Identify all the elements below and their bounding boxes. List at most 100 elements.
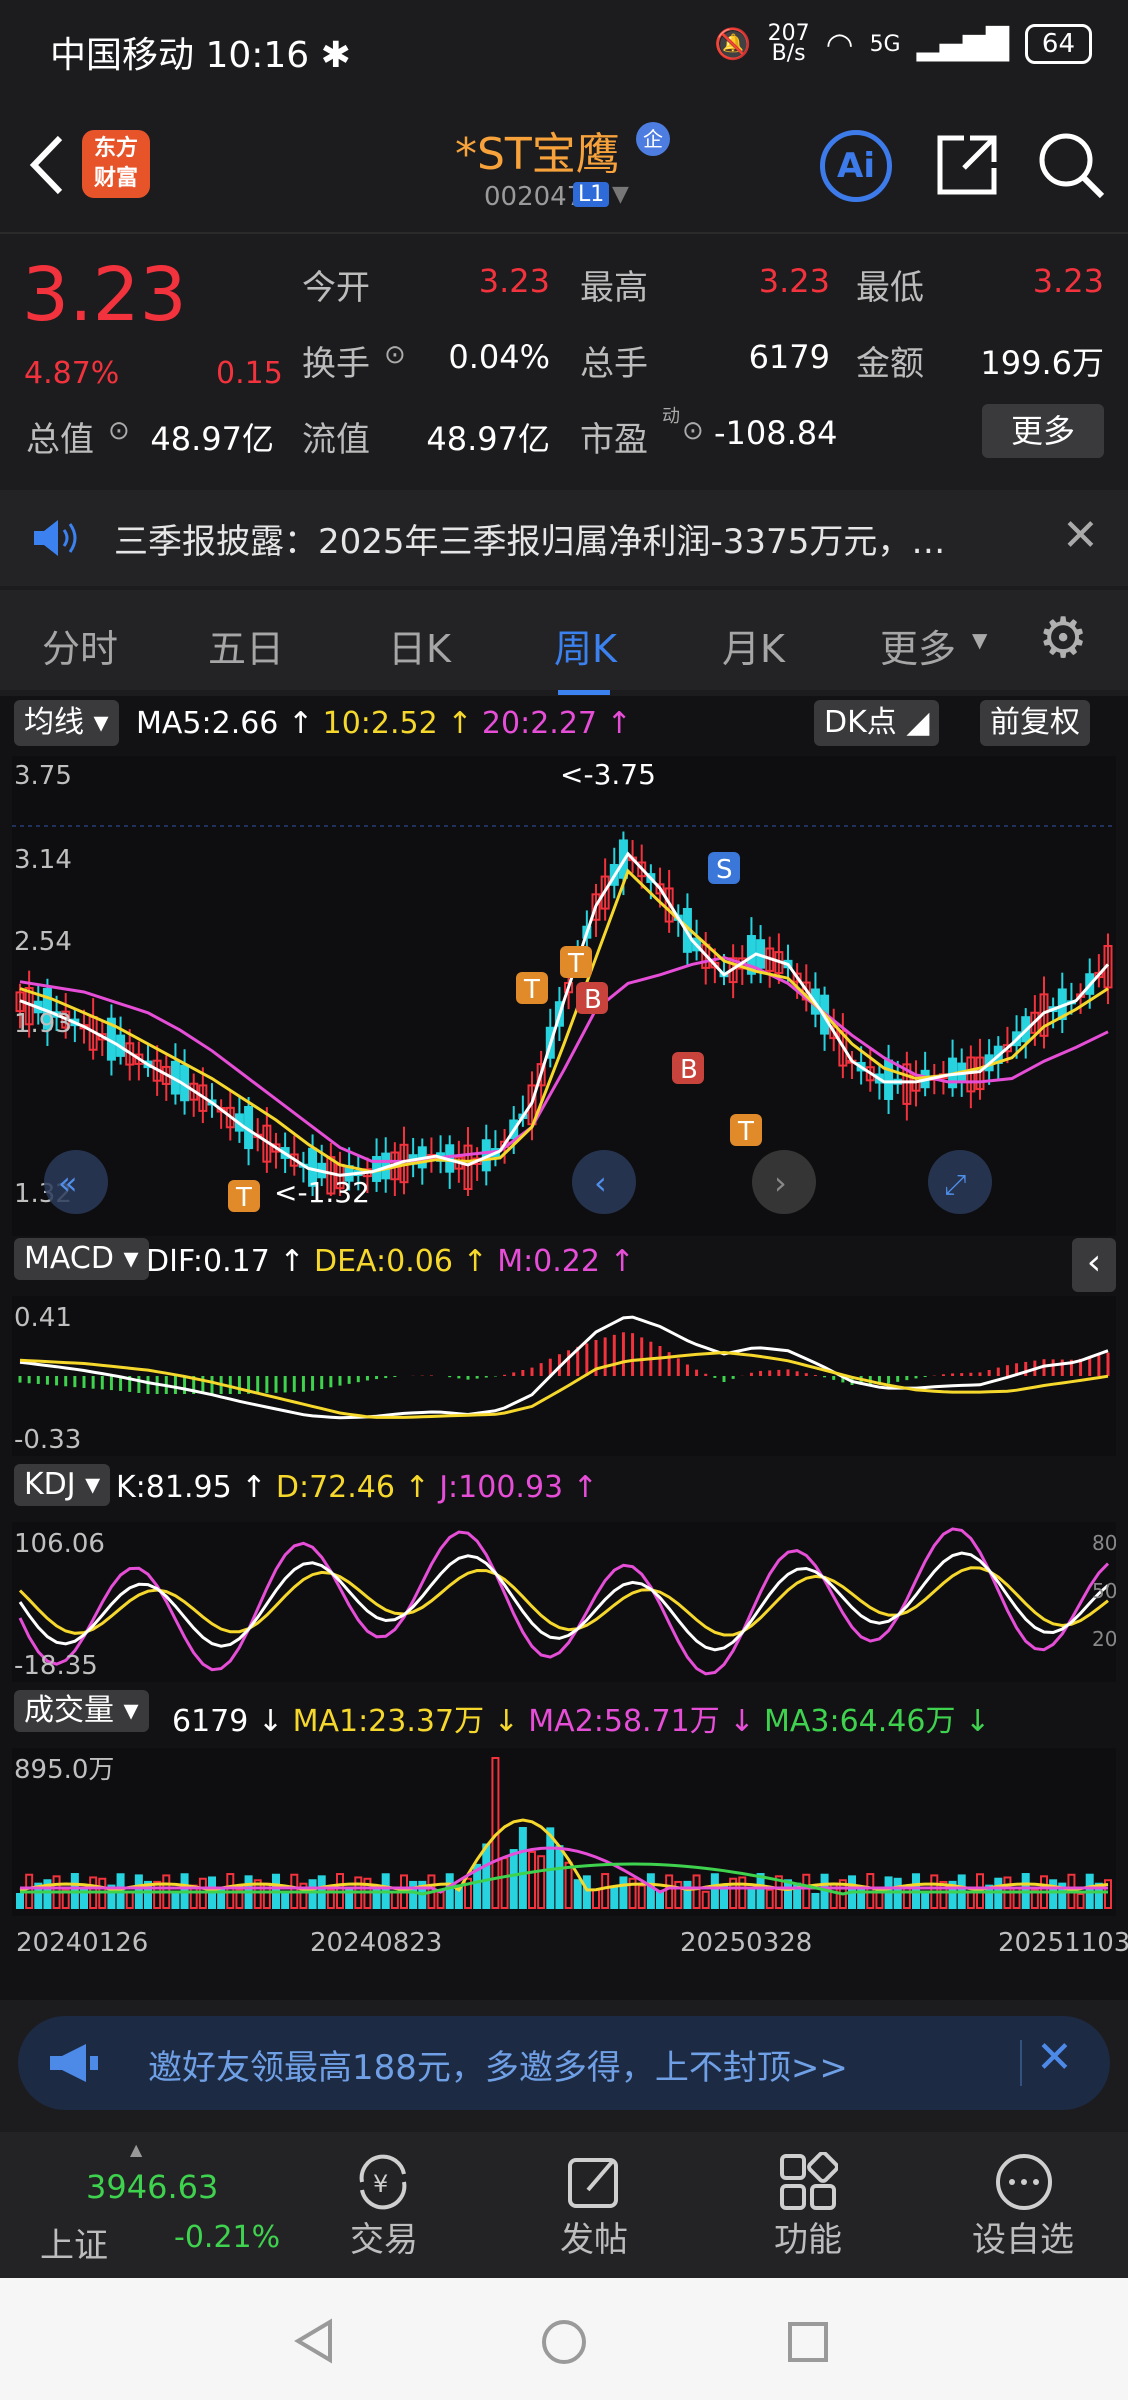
watch-label: 设自选 — [972, 2220, 1074, 2260]
vol-ma3: MA3:64.46万 — [763, 1704, 956, 1739]
collapse-panel-button[interactable]: ‹ — [1072, 1238, 1116, 1292]
info-icon[interactable]: ⊙ — [682, 416, 704, 446]
macd-selector[interactable]: MACD ▾ — [14, 1238, 149, 1280]
speaker-icon — [34, 520, 77, 556]
app-logo: 东方 财富 — [82, 130, 150, 198]
back-icon[interactable] — [24, 130, 72, 200]
net-speed: 207 B/s — [767, 21, 810, 66]
quote-panel: 3.23 4.87% 0.15 今开 3.23 最高 3.23 最低 3.23 … — [0, 234, 1128, 484]
tab-monthly-k[interactable]: 月K — [722, 618, 785, 673]
kline-chart[interactable]: 3.75 3.14 2.54 1.93 1.32 <-3.75 <-1.32 T… — [12, 756, 1116, 1236]
battery-icon: 64 — [1024, 24, 1092, 64]
tab-intraday[interactable]: 分时 — [42, 618, 118, 673]
function-button[interactable]: 功能 — [756, 2132, 866, 2278]
level-badge[interactable]: L1 — [573, 182, 610, 207]
status-bar: 中国移动 10:16 ✱ 🔕 207 B/s ◠ 5G ▂▄▆█ 64 — [0, 0, 1128, 96]
j-value: J:100.93 — [439, 1470, 564, 1505]
mktcap-label: 总值 — [26, 420, 94, 460]
svg-text:B: B — [680, 1055, 698, 1085]
turnover-label: 换手 — [302, 344, 370, 384]
more-button[interactable]: 更多 — [982, 404, 1104, 458]
open-value: 3.23 — [478, 262, 550, 300]
notice-bar[interactable]: 三季报披露：2025年三季报归属净利润-3375万元，… ✕ — [0, 490, 1128, 586]
vol-ma2: MA2:58.71万 — [528, 1704, 720, 1739]
volume-bar — [281, 1892, 290, 1910]
max-label: <-3.75 — [560, 758, 656, 791]
add-watchlist-button[interactable]: 设自选 — [960, 2132, 1090, 2278]
volume-bar — [445, 1873, 454, 1910]
wifi-icon: ◠ — [825, 25, 854, 63]
volume-bar — [710, 1873, 719, 1909]
ma-selector[interactable]: 均线 ▾ — [14, 700, 119, 746]
macd-y-bottom: -0.33 — [14, 1425, 81, 1455]
stock-name[interactable]: *ST宝鹰 — [455, 118, 620, 182]
yuan-cycle-icon: ¥ — [359, 2154, 407, 2210]
nav-home-icon[interactable] — [540, 2318, 588, 2366]
ai-button[interactable]: Ai — [820, 130, 892, 202]
info-icon[interactable]: ⊙ — [384, 340, 406, 370]
svg-text:T: T — [235, 1183, 252, 1213]
float-value: 48.97亿 — [426, 420, 550, 458]
volume-bar — [756, 1873, 765, 1910]
volume-bar — [582, 1875, 591, 1909]
date-label: 20250328 — [680, 1928, 813, 1958]
volume-bar — [409, 1880, 418, 1910]
share-icon[interactable] — [934, 132, 1000, 198]
y-tick-2: 3.14 — [14, 845, 72, 875]
chart-area: 均线 ▾ MA5:2.66 ↑ 10:2.52 ↑ 20:2.27 ↑ DK点 … — [0, 696, 1128, 2000]
k-value: K:81.95 — [116, 1470, 232, 1505]
volume-current: 6179 — [172, 1704, 249, 1739]
post-button[interactable]: 发帖 — [544, 2132, 654, 2278]
close-icon[interactable]: ✕ — [1036, 2032, 1073, 2083]
adjust-button[interactable]: 前复权 — [980, 700, 1090, 746]
volume-bar — [509, 1849, 518, 1909]
grid-icon — [780, 2152, 838, 2210]
svg-text:T: T — [523, 975, 540, 1005]
gear-icon[interactable]: ⚙ — [1038, 606, 1088, 671]
tab-daily-k[interactable]: 日K — [388, 618, 451, 673]
ma5-value: MA5:2.66 — [136, 706, 279, 741]
m-value: M:0.22 — [497, 1244, 600, 1279]
kdj-y-bottom: -18.35 — [14, 1651, 98, 1681]
tab-five-day[interactable]: 五日 — [208, 618, 284, 673]
dk-point-button[interactable]: DK点 ◢ — [814, 700, 940, 746]
svg-text:B: B — [584, 985, 602, 1015]
invite-banner[interactable]: 邀好友领最高188元，多邀多得，上不封顶>> ✕ — [18, 2016, 1110, 2110]
dea-value: DEA:0.06 — [314, 1244, 453, 1279]
amount-value: 199.6万 — [980, 344, 1104, 382]
pe-label: 市盈 — [580, 420, 648, 460]
volume-bar — [619, 1876, 628, 1910]
megaphone-icon — [50, 2044, 98, 2082]
date-label: 20240823 — [310, 1928, 443, 1958]
svg-text:¥: ¥ — [373, 2170, 388, 2198]
trade-button[interactable]: ¥ 交易 — [330, 2132, 440, 2278]
tab-more[interactable]: 更多 — [880, 618, 956, 673]
volume-bar — [1049, 1879, 1058, 1909]
low-label: 最低 — [856, 268, 924, 308]
nav-recents-icon[interactable] — [786, 2320, 830, 2364]
carrier: 中国移动 — [50, 35, 195, 76]
search-icon[interactable] — [1036, 130, 1106, 200]
ma10-value: 10:2.52 — [322, 706, 438, 741]
volume-bar — [683, 1880, 692, 1909]
nav-back-icon[interactable] — [292, 2318, 338, 2364]
high-label: 最高 — [580, 268, 648, 308]
chevron-down-icon[interactable]: ▼ — [612, 182, 629, 207]
volume-bar — [171, 1890, 180, 1910]
change-amount: 0.15 — [216, 356, 283, 391]
notice-text[interactable]: 三季报披露：2025年三季报归属净利润-3375万元，… — [114, 514, 945, 563]
banner-text[interactable]: 邀好友领最高188元，多邀多得，上不封顶>> — [148, 2040, 848, 2089]
caret-down-icon[interactable]: ▼ — [972, 628, 987, 652]
bluetooth-icon: ✱ — [320, 35, 351, 76]
volume-selector[interactable]: 成交量 ▾ — [14, 1690, 149, 1732]
post-label: 发帖 — [560, 2220, 628, 2260]
kdj-selector[interactable]: KDJ ▾ — [14, 1464, 111, 1506]
open-label: 今开 — [302, 268, 370, 308]
tab-weekly-k[interactable]: 周K — [554, 618, 617, 673]
trade-label: 交易 — [350, 2220, 418, 2260]
volume-bar — [610, 1886, 619, 1910]
index-widget[interactable]: ▲ 3946.63 上证 -0.21% — [0, 2132, 280, 2278]
close-icon[interactable]: ✕ — [1062, 510, 1099, 561]
info-icon[interactable]: ⊙ — [108, 416, 130, 446]
dif-value: DIF:0.17 — [146, 1244, 270, 1279]
